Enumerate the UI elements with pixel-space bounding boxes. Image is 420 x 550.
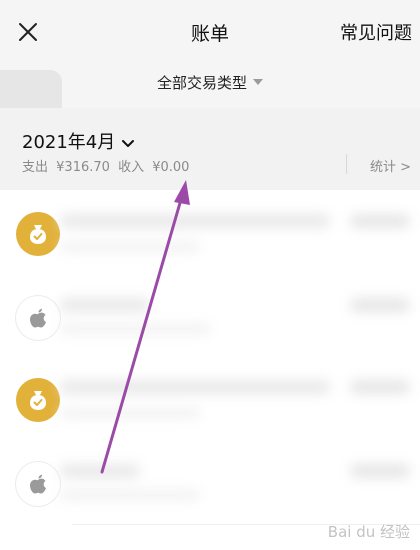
blurred-transaction-date (60, 408, 200, 418)
apple-icon[interactable] (16, 462, 60, 506)
blurred-transaction-amount (350, 464, 410, 478)
apple-icon[interactable] (16, 296, 60, 340)
month-label: 2021年4月 (22, 132, 116, 153)
statistics-link[interactable]: 统计 > (370, 156, 411, 175)
money-bag-icon[interactable] (16, 212, 60, 256)
caret-down-icon (253, 78, 263, 85)
transaction-list (0, 190, 420, 550)
income-label: 收入 (118, 160, 145, 175)
blurred-transaction-amount (350, 380, 410, 394)
top-bar: 账单 常见问题 (0, 0, 420, 62)
chevron-down-icon (121, 133, 135, 154)
chevron-right-icon: > (400, 160, 412, 175)
money-bag-icon[interactable] (16, 378, 60, 422)
blurred-transaction-date (60, 242, 200, 252)
month-summary: 2021年4月 支出 ¥316.70 收入 ¥0.00 统计 > (0, 108, 420, 190)
filter-bar: 全部交易类型 (0, 62, 420, 108)
blurred-transaction-title (60, 214, 330, 228)
expense-value: ¥316.70 (56, 160, 110, 175)
divider (346, 154, 347, 174)
statistics-label: 统计 (370, 160, 397, 175)
watermark: Bai du 经验 (327, 523, 410, 541)
transaction-type-filter[interactable]: 全部交易类型 (0, 72, 420, 93)
blurred-transaction-date (60, 324, 210, 334)
expense-label: 支出 (22, 160, 49, 175)
month-selector[interactable]: 2021年4月 (22, 128, 135, 154)
blurred-transaction-amount (350, 214, 410, 228)
blurred-transaction-date (60, 490, 200, 500)
income-expense-line: 支出 ¥316.70 收入 ¥0.00 (22, 156, 193, 175)
income-value: ¥0.00 (152, 160, 190, 175)
blurred-transaction-title (60, 298, 150, 312)
blurred-transaction-amount (350, 298, 410, 312)
filter-label: 全部交易类型 (156, 74, 247, 92)
blurred-transaction-title (60, 464, 140, 478)
blurred-transaction-title (60, 380, 330, 394)
faq-link[interactable]: 常见问题 (340, 19, 412, 45)
